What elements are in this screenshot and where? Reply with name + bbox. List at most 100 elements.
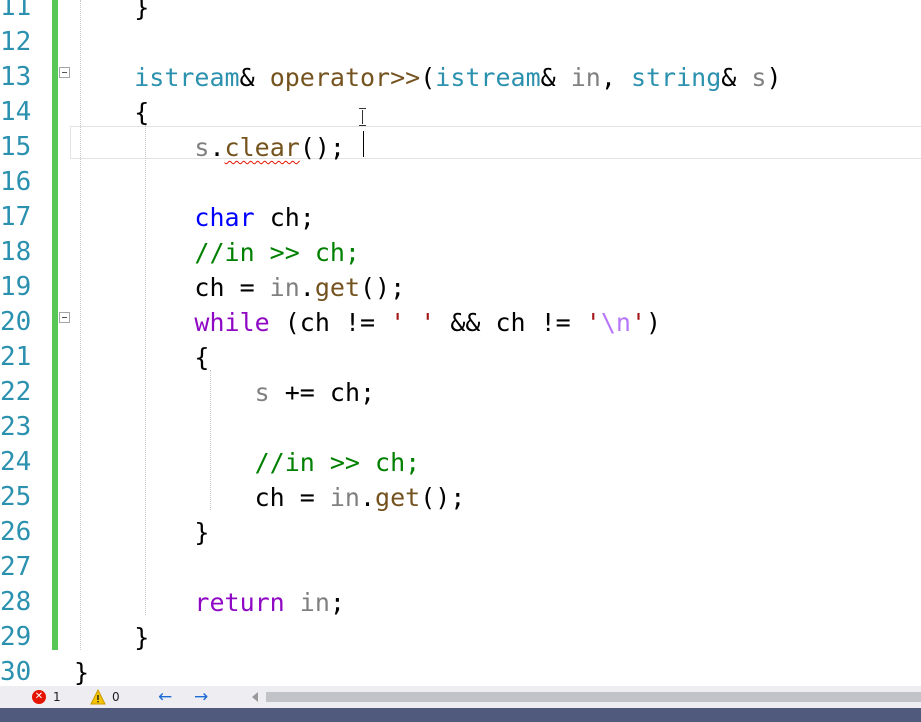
code-line[interactable]: 20 while (ch != ' ' && ch != '\n') [0,305,921,340]
code-text[interactable]: { [74,95,149,130]
code-line[interactable]: 17 char ch; [0,200,921,235]
code-token: ch = [74,483,330,512]
line-number: 25 [0,482,32,512]
editor-status-bar: ✕ 1 0 ← → [0,686,921,708]
warning-count[interactable]: 0 [112,690,120,704]
code-text[interactable]: } [74,655,89,686]
line-number: 13 [0,62,32,92]
code-token: ch = [74,273,270,302]
code-line[interactable]: 28 return in; [0,585,921,620]
code-token: } [74,623,150,652]
line-number: 20 [0,307,32,337]
code-line[interactable]: 13 istream& operator>>(istream& in, stri… [0,60,921,95]
code-text[interactable]: } [74,0,149,25]
line-number: 29 [0,622,32,652]
code-token: get [314,273,360,302]
code-line[interactable]: 15 s.clear(); [0,130,921,165]
code-token: & [540,63,571,92]
collapse-toggle-icon[interactable] [59,312,70,323]
warning-icon[interactable] [90,689,106,705]
indent-guide [80,0,81,650]
navigate-back-icon[interactable]: ← [158,687,172,707]
code-token: istream [435,63,541,92]
code-token: += ch; [269,378,376,407]
code-token: . [209,133,225,162]
code-token: (ch != [269,308,391,337]
code-line[interactable]: 11 } [0,0,921,25]
indent-guide [145,125,146,615]
line-number: 12 [0,27,32,57]
code-line[interactable]: 25 ch = in.get(); [0,480,921,515]
error-icon[interactable]: ✕ [32,690,46,704]
code-token: } [74,0,150,22]
code-token: (); [299,133,345,162]
code-token: in [329,483,360,512]
code-text[interactable]: char ch; [74,200,315,235]
code-text[interactable]: while (ch != ' ' && ch != '\n') [74,305,661,340]
code-line[interactable]: 30} [0,655,921,686]
code-text[interactable]: //in >> ch; [74,235,360,270]
line-number: 11 [0,0,32,22]
line-number: 28 [0,587,32,617]
code-text[interactable]: istream& operator>>(istream& in, string&… [74,60,781,95]
line-number: 27 [0,552,32,582]
code-text[interactable]: ch = in.get(); [74,270,405,305]
code-line[interactable]: 16 [0,165,921,200]
code-token: (); [360,273,406,302]
code-text[interactable]: { [74,340,209,375]
code-token: ; [329,588,345,617]
navigate-forward-icon[interactable]: → [194,687,208,707]
code-token: string [630,63,722,92]
code-line[interactable]: 12 [0,25,921,60]
code-token: s [254,378,270,407]
code-text[interactable]: s += ch; [74,375,375,410]
code-token: //in >> ch; [254,448,421,477]
code-token: in [269,273,300,302]
line-number: 30 [0,657,32,686]
code-text[interactable]: } [74,515,209,550]
code-token: return [194,588,285,617]
code-line[interactable]: 24 //in >> ch; [0,445,921,480]
code-token: && ch != [435,308,586,337]
code-token: s [751,63,767,92]
code-token: { [74,343,210,372]
line-number: 22 [0,377,32,407]
code-line[interactable]: 22 s += ch; [0,375,921,410]
code-line[interactable]: 18 //in >> ch; [0,235,921,270]
code-line[interactable]: 19 ch = in.get(); [0,270,921,305]
code-token: in [570,63,601,92]
line-number: 16 [0,167,32,197]
ibeam-cursor-icon [359,108,367,126]
code-token: ch; [254,203,315,232]
code-line[interactable]: 27 [0,550,921,585]
code-token: get [375,483,421,512]
scroll-left-icon[interactable] [252,692,258,702]
code-line[interactable]: 23 [0,410,921,445]
code-line[interactable]: 14 { [0,95,921,130]
code-token: s [194,133,210,162]
code-token: & [721,63,752,92]
code-text[interactable]: ch = in.get(); [74,480,466,515]
indent-guide [210,370,211,510]
code-line[interactable]: 21 { [0,340,921,375]
code-line[interactable]: 29 } [0,620,921,655]
code-token: ) [646,308,662,337]
error-count[interactable]: 1 [53,690,61,704]
horizontal-scrollbar[interactable] [248,690,921,704]
code-editor[interactable]: 11 } 12 13 istream& operator>>(istream& in… [0,0,921,686]
code-token: } [74,658,90,686]
line-number: 26 [0,517,32,547]
collapse-toggle-icon[interactable] [59,67,70,78]
code-token: in [299,588,330,617]
window-bottom-strip [0,708,921,722]
code-line[interactable]: 26 } [0,515,921,550]
code-text[interactable]: s.clear(); [74,130,345,165]
code-text[interactable]: //in >> ch; [74,445,421,480]
code-token: ' [585,308,601,337]
code-text[interactable]: } [74,620,149,655]
scrollbar-thumb[interactable] [266,692,921,702]
code-text[interactable]: return in; [74,585,345,620]
